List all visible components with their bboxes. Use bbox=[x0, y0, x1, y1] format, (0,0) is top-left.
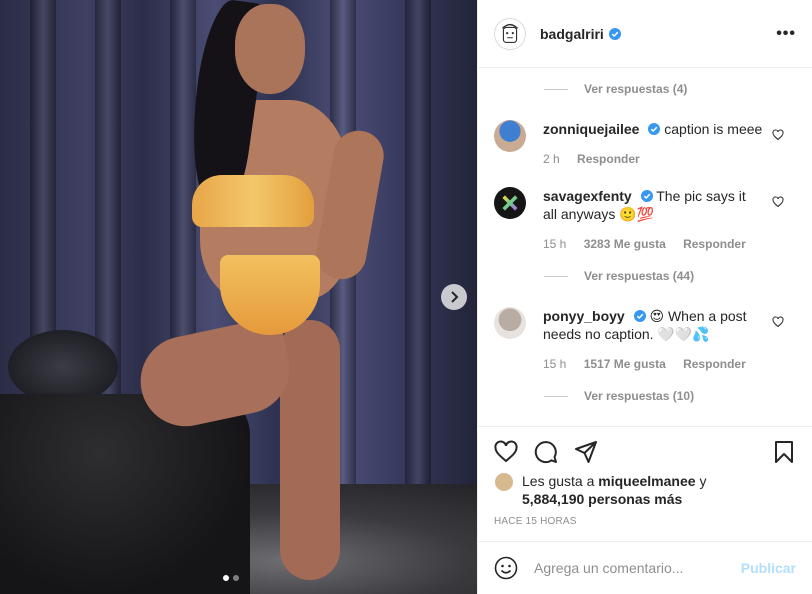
curtain-fold bbox=[405, 0, 431, 504]
likes-summary: Les gusta a miqueelmanee y 5,884,190 per… bbox=[494, 472, 796, 508]
add-comment-bar: Publicar bbox=[478, 541, 812, 594]
emoji-icon[interactable] bbox=[494, 556, 518, 580]
model-figure bbox=[132, 0, 390, 594]
comments-list[interactable]: Ver respuestas (4) zonniquejailee captio… bbox=[478, 68, 812, 426]
comment-username[interactable]: savagexfenty bbox=[543, 188, 632, 204]
action-icons-row bbox=[494, 437, 796, 467]
comment-time[interactable]: 15 h bbox=[543, 357, 566, 371]
liker-avatar[interactable] bbox=[494, 472, 514, 492]
verified-badge-icon bbox=[608, 27, 621, 40]
comment-meta: 2 h Responder bbox=[543, 150, 763, 168]
comment-meta: 15 h 1517 Me gusta Responder bbox=[543, 355, 763, 373]
savage-x-logo-icon bbox=[502, 195, 518, 211]
chevron-right-icon bbox=[451, 291, 459, 303]
author-username[interactable]: badgalriri bbox=[540, 26, 604, 42]
commenter-avatar[interactable] bbox=[494, 120, 526, 152]
like-comment-heart-icon[interactable] bbox=[772, 196, 784, 208]
comment-likes[interactable]: 1517 Me gusta bbox=[584, 357, 666, 371]
commenter-avatar[interactable] bbox=[494, 187, 526, 219]
likes-count-link[interactable]: 5,884,190 personas más bbox=[522, 491, 682, 507]
cartoon-avatar-icon bbox=[502, 23, 518, 43]
comment-input[interactable] bbox=[534, 560, 741, 576]
verified-badge-icon bbox=[633, 310, 646, 322]
comment-text: caption is meee bbox=[664, 121, 763, 137]
reply-button[interactable]: Responder bbox=[683, 357, 746, 371]
comment-username[interactable]: ponyy_boyy bbox=[543, 308, 625, 324]
carousel-dot bbox=[233, 575, 239, 581]
view-replies-button[interactable]: Ver respuestas (4) bbox=[544, 78, 796, 100]
carousel-dot-active bbox=[223, 575, 229, 581]
comment-item: zonniquejailee caption is meee 2 h Respo… bbox=[494, 120, 796, 168]
reply-button[interactable]: Responder bbox=[577, 152, 640, 166]
comment-username[interactable]: zonniquejailee bbox=[543, 121, 639, 137]
view-replies-button[interactable]: Ver respuestas (10) bbox=[544, 385, 796, 407]
verified-badge-icon bbox=[640, 190, 653, 202]
save-bookmark-icon[interactable] bbox=[772, 440, 796, 464]
post-header: badgalriri ••• bbox=[478, 0, 812, 68]
comment-time[interactable]: 15 h bbox=[543, 237, 566, 251]
liker-username[interactable]: miqueelmanee bbox=[598, 473, 695, 489]
author-avatar[interactable] bbox=[494, 17, 526, 50]
heart-icon[interactable] bbox=[494, 440, 518, 464]
view-replies-button[interactable]: Ver respuestas (44) bbox=[544, 265, 796, 287]
reply-button[interactable]: Responder bbox=[683, 237, 746, 251]
comment-item: savagexfenty The pic says it all anyways… bbox=[494, 187, 796, 253]
comment-time[interactable]: 2 h bbox=[543, 152, 560, 166]
carousel-indicator bbox=[223, 575, 239, 581]
commenter-avatar[interactable] bbox=[494, 307, 526, 339]
post-side-panel: badgalriri ••• Ver respuestas (4) zonniq… bbox=[477, 0, 812, 594]
comment-item: ponyy_boyy 😍 When a post needs no captio… bbox=[494, 307, 796, 373]
post-timestamp[interactable]: HACE 15 HORAS bbox=[494, 516, 796, 527]
comment-icon[interactable] bbox=[534, 440, 558, 464]
like-comment-heart-icon[interactable] bbox=[772, 316, 784, 328]
more-options-button[interactable]: ••• bbox=[776, 25, 796, 43]
publish-button[interactable]: Publicar bbox=[741, 560, 796, 576]
post-actions: Les gusta a miqueelmanee y 5,884,190 per… bbox=[478, 426, 812, 527]
share-icon[interactable] bbox=[574, 440, 598, 464]
post-modal: badgalriri ••• Ver respuestas (4) zonniq… bbox=[0, 0, 812, 594]
side-table bbox=[8, 330, 118, 404]
verified-badge-icon bbox=[648, 123, 661, 135]
post-photo[interactable] bbox=[0, 0, 477, 594]
comment-likes[interactable]: 3283 Me gusta bbox=[584, 237, 666, 251]
comment-meta: 15 h 3283 Me gusta Responder bbox=[543, 235, 763, 253]
like-comment-heart-icon[interactable] bbox=[772, 129, 784, 141]
next-photo-button[interactable] bbox=[441, 284, 467, 310]
